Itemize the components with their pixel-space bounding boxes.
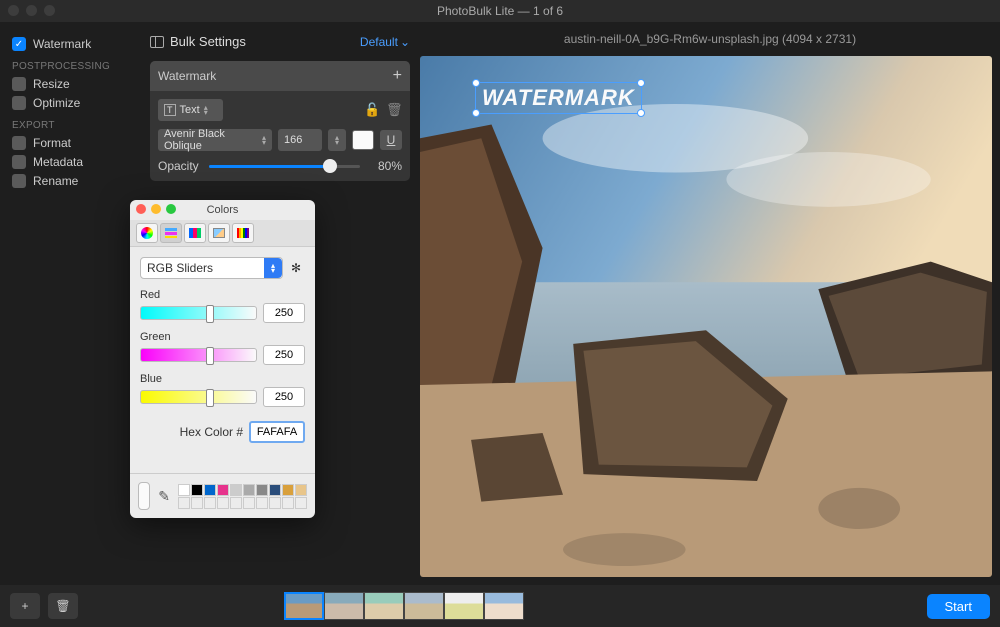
font-dropdown[interactable]: Avenir Black Oblique ▴▾ [158, 129, 272, 151]
green-slider[interactable] [140, 348, 257, 362]
preview-area: austin-neill-0A_b9G-Rm6w-unsplash.jpg (4… [420, 22, 1000, 585]
sidebar-item-format[interactable]: Format [12, 136, 128, 150]
watermark-overlay[interactable]: WATERMARK [475, 82, 642, 114]
settings-title: Bulk Settings [170, 34, 246, 49]
blue-label: Blue [140, 373, 305, 385]
traffic-lights[interactable] [8, 5, 55, 16]
blue-slider[interactable] [140, 390, 257, 404]
sidebar-label: Optimize [33, 96, 80, 110]
sidebar-label: Resize [33, 77, 70, 91]
caret-icon: ▴▾ [204, 105, 208, 115]
sidebar-item-metadata[interactable]: Metadata [12, 155, 128, 169]
underline-button[interactable]: U [380, 130, 402, 150]
section-export: EXPORT [12, 120, 128, 131]
pencils-tab[interactable] [232, 223, 254, 243]
thumbnail[interactable] [484, 592, 524, 620]
resize-handle[interactable] [637, 79, 645, 87]
caret-icon: ▴▾ [264, 258, 282, 278]
red-slider[interactable] [140, 306, 257, 320]
delete-button[interactable]: 🗑 [48, 593, 78, 619]
slider-mode-select[interactable]: RGB Sliders ▴▾ [140, 257, 283, 279]
thumbnail[interactable] [444, 592, 484, 620]
preset-label: Default [360, 35, 398, 49]
opacity-value: 80% [370, 159, 402, 173]
thumbnail-strip [284, 592, 524, 620]
unlock-icon[interactable]: 🔓 [364, 102, 380, 118]
sidebar-label: Rename [33, 174, 78, 188]
checkbox-icon [12, 136, 26, 150]
start-button[interactable]: Start [927, 594, 990, 619]
file-info: austin-neill-0A_b9G-Rm6w-unsplash.jpg (4… [420, 22, 1000, 56]
text-icon: T [164, 104, 176, 116]
colors-title: Colors [207, 204, 239, 216]
color-wheel-tab[interactable] [136, 223, 158, 243]
sidebar-item-rename[interactable]: Rename [12, 174, 128, 188]
watermark-panel: Watermark + T Text ▴▾ 🔓 🗑 Avenir Blac [150, 61, 410, 181]
green-label: Green [140, 331, 305, 343]
thumbnail[interactable] [284, 592, 324, 620]
watermark-text: WATERMARK [482, 85, 635, 111]
sidebar-label: Metadata [33, 155, 83, 169]
traffic-lights[interactable] [136, 204, 176, 214]
checkbox-icon: ✓ [12, 37, 26, 51]
opacity-slider[interactable] [209, 165, 360, 168]
red-label: Red [140, 289, 305, 301]
sidebar-item-watermark[interactable]: ✓ Watermark [12, 37, 128, 51]
red-input[interactable] [263, 303, 305, 323]
window-title: PhotoBulk Lite — 1 of 6 [437, 4, 563, 18]
checkbox-icon [12, 155, 26, 169]
thumbnail[interactable] [324, 592, 364, 620]
palettes-tab[interactable] [184, 223, 206, 243]
panel-title: Watermark [158, 69, 216, 83]
sidebar-label: Watermark [33, 37, 91, 51]
checkbox-icon [12, 96, 26, 110]
sidebar-label: Format [33, 136, 71, 150]
thumbnail[interactable] [364, 592, 404, 620]
layout-icon[interactable] [150, 36, 164, 48]
resize-handle[interactable] [637, 109, 645, 117]
trash-icon[interactable]: 🗑 [386, 102, 402, 118]
eyedropper-icon[interactable]: ✎ [158, 488, 170, 505]
window-titlebar: PhotoBulk Lite — 1 of 6 [0, 0, 1000, 22]
colors-titlebar[interactable]: Colors [130, 200, 315, 220]
bottom-toolbar: + 🗑 Start [0, 585, 1000, 627]
resize-handle[interactable] [472, 79, 480, 87]
color-swatch[interactable] [352, 130, 374, 150]
image-tab[interactable] [208, 223, 230, 243]
font-size-input[interactable]: 166 [278, 129, 322, 151]
watermark-type-dropdown[interactable]: T Text ▴▾ [158, 99, 223, 121]
current-color-swatch[interactable] [138, 482, 150, 510]
color-mode-tabs [130, 220, 315, 247]
font-size-stepper[interactable]: ▴▾ [328, 129, 346, 151]
sidebar-item-resize[interactable]: Resize [12, 77, 128, 91]
caret-icon: ▴▾ [262, 135, 266, 145]
checkbox-icon [12, 174, 26, 188]
section-postprocessing: POSTPROCESSING [12, 61, 128, 72]
swatch-grid[interactable] [178, 484, 307, 509]
resize-handle[interactable] [472, 109, 480, 117]
thumbnail[interactable] [404, 592, 444, 620]
green-input[interactable] [263, 345, 305, 365]
sidebar: ✓ Watermark POSTPROCESSING Resize Optimi… [0, 22, 140, 585]
hex-input[interactable] [249, 421, 305, 443]
add-button[interactable]: + [10, 593, 40, 619]
sliders-tab[interactable] [160, 223, 182, 243]
preset-dropdown[interactable]: Default ⌄ [360, 35, 410, 49]
opacity-label: Opacity [158, 159, 199, 173]
caret-icon: ▴▾ [335, 135, 339, 145]
gear-icon[interactable]: ✻ [287, 257, 305, 279]
add-icon[interactable]: + [393, 67, 402, 85]
sidebar-item-optimize[interactable]: Optimize [12, 96, 128, 110]
image-preview[interactable]: WATERMARK [420, 56, 992, 577]
blue-input[interactable] [263, 387, 305, 407]
colors-window[interactable]: Colors RGB Sliders ▴▾ ✻ Red Green [130, 200, 315, 518]
checkbox-icon [12, 77, 26, 91]
hex-label: Hex Color # [180, 425, 243, 439]
chevron-down-icon: ⌄ [400, 35, 410, 49]
